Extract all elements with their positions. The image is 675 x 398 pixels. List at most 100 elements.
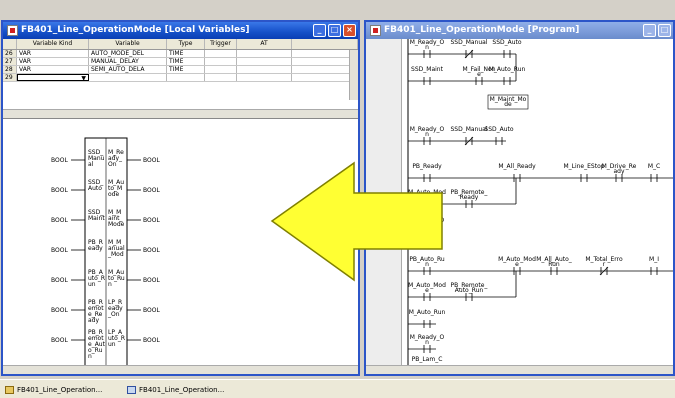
contact-label: e [425,287,429,294]
window-title: FB401_Line_OperationMode [Local Variable… [21,25,250,35]
fb-output-type: BOOL [143,307,160,314]
table-row[interactable]: 26 VAR AUTO_MODE_DEL TIME [3,50,358,58]
folder-icon [5,386,14,394]
contact-label: M_Auto_Run [409,309,446,316]
contact-label: n [425,339,429,346]
contact-label: e [515,261,519,268]
row-number: 26 [3,50,17,57]
row-type[interactable]: TIME [167,66,205,73]
row-variable[interactable]: SEMI_AUTO_DELA [89,66,167,73]
column-header-at[interactable]: AT [237,39,292,49]
column-header-extra [292,39,358,49]
fb-input-type: BOOL [51,187,68,194]
row-at[interactable] [237,50,292,57]
table-row[interactable]: 27 VAR MANUAL_DELAY TIME [3,58,358,66]
contact-label: Ready [460,194,479,201]
function-block-view: BOOL BOOL SSD_ Manu al M_Re ady_ On BOOL BOOL SSD_… [3,120,358,374]
row-number: 28 [3,66,17,73]
row-number: 29 [3,74,17,81]
row-variable[interactable]: AUTO_MODE_DEL [89,50,167,57]
fb-output-pin-label: _On [107,311,120,318]
row-kind[interactable]: VAR [17,50,89,57]
row-type[interactable]: TIME [167,50,205,57]
contact-label: e [425,194,429,201]
column-header-num[interactable] [3,39,17,49]
fb-output-pin-label: n [108,281,112,288]
chevron-down-icon[interactable]: ▼ [81,76,86,81]
row-trigger[interactable] [205,50,237,57]
minimize-button[interactable]: _ [643,24,656,37]
column-header-kind[interactable]: Variable Kind [17,39,89,49]
row-at[interactable] [237,58,292,65]
contact-label: SSD_Manual [450,39,487,46]
row-at[interactable] [237,74,292,81]
row-at[interactable] [237,66,292,73]
contact-label: n [425,44,429,51]
contact-label: n [425,222,429,229]
row-kind[interactable]: VAR [17,58,89,65]
fb-output-pin-label: _Mod [107,251,124,258]
contact-label: PB_Ready [412,163,442,170]
row-trigger[interactable] [205,58,237,65]
table-row[interactable]: 28 VAR SEMI_AUTO_DELA TIME [3,66,358,74]
contact-label: SSD_Maint [411,66,444,73]
column-header-type[interactable]: Type [167,39,205,49]
close-button[interactable]: × [343,24,356,37]
fb-horizontal-scrollbar[interactable] [3,365,358,374]
ladder-diagram: M_Ready_OnSSD_Manual SSD_AutoSSD_Maint M_F… [407,39,673,374]
contact-label: Auto_Run [455,287,484,294]
fb-input-pin-label: eady [88,245,103,252]
coil-label: de [504,101,512,108]
fb-input-type: BOOL [51,157,68,164]
taskbar-item-local-variables[interactable]: FB401_Line_Operation... [2,383,120,396]
ladder-horizontal-scrollbar[interactable] [366,365,673,374]
row-variable[interactable]: MANUAL_DELAY [89,58,167,65]
window-title: FB401_Line_OperationMode [Program] [384,25,580,35]
row-number: 27 [3,58,17,65]
row-trigger[interactable] [205,66,237,73]
fb-output-type: BOOL [143,247,160,254]
ladder-diagram-view: M_Ready_O n SSD_Manual SSD_Auto SSD_Maint M_F… [366,39,673,374]
fb-output-pin-label: un [108,341,116,348]
fb-output-type: BOOL [143,277,160,284]
table-row-selected[interactable]: 29 ▼ [3,74,358,82]
contact-label: M_Line_EStop [563,163,604,170]
fb-output-pin-label: ode [108,191,119,198]
local-variables-window[interactable]: FB401_Line_OperationMode [Local Variable… [1,20,360,376]
taskbar-item-label: FB401_Line_Operation... [139,386,225,394]
table-horizontal-scrollbar[interactable] [3,109,358,118]
fb-output-type: BOOL [143,157,160,164]
taskbar-item-program[interactable]: FB401_Line_Operation... [124,383,244,396]
program-window[interactable]: FB401_Line_OperationMode [Program] _ □ M… [364,20,675,376]
row-kind[interactable]: VAR [17,66,89,73]
contact-label: SSD_Manual [450,126,487,133]
fb-output-type: BOOL [143,187,160,194]
local-variables-titlebar[interactable]: FB401_Line_OperationMode [Local Variable… [3,22,358,39]
contact-label: SSD_Auto [484,126,513,133]
contact-label: M_C [648,163,660,170]
maximize-button[interactable]: □ [658,24,671,37]
program-icon [127,386,136,394]
row-type[interactable] [167,74,205,81]
contact-label: M_I [649,256,659,263]
row-trigger[interactable] [205,74,237,81]
fb-output-type: BOOL [143,217,160,224]
contact-label: Run [548,261,560,268]
fb-input-pin-label: n [88,353,92,360]
contact-label: M_All_Ready [498,163,536,170]
fb-input-type: BOOL [51,307,68,314]
fb-input-type: BOOL [51,217,68,224]
function-block-diagram: BOOL BOOLSSD_ManualM_Ready_OnBOOL BOOLSSD_… [51,137,160,374]
fb-input-pin-label: Maint [88,215,105,222]
column-header-variable[interactable]: Variable [89,39,167,49]
row-type[interactable]: TIME [167,58,205,65]
row-kind-dropdown[interactable]: ▼ [17,74,89,81]
maximize-button[interactable]: □ [328,24,341,37]
program-titlebar[interactable]: FB401_Line_OperationMode [Program] _ □ [366,22,673,39]
row-variable[interactable] [89,74,167,81]
contact-label: e [477,71,481,78]
table-vertical-scrollbar[interactable] [349,50,358,100]
column-header-trigger[interactable]: Trigger [205,39,237,49]
minimize-button[interactable]: _ [313,24,326,37]
fb-input-type: BOOL [51,277,68,284]
